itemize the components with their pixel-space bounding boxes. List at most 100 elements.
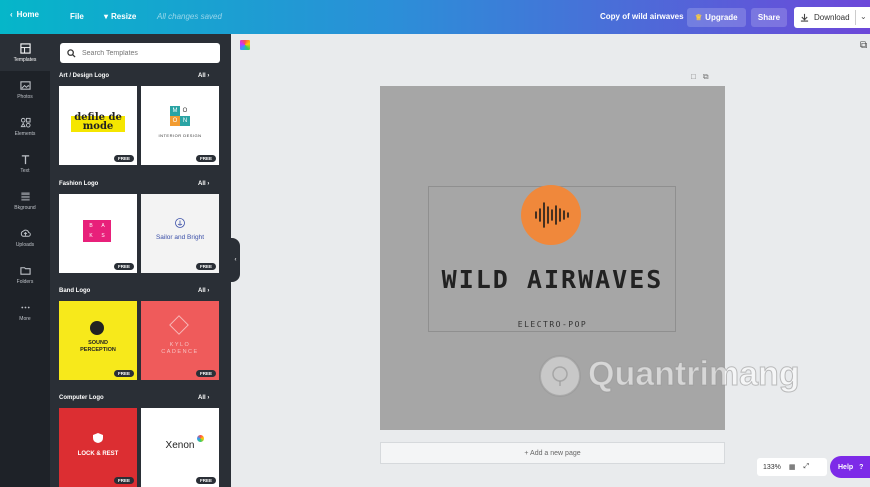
chevron-down-icon[interactable]: ⌄ — [860, 12, 867, 21]
add-page-button[interactable]: + Add a new page — [380, 442, 725, 464]
nav-uploads[interactable]: Uploads — [0, 219, 50, 256]
logo-circle[interactable] — [521, 185, 581, 245]
free-badge: FREE — [195, 370, 216, 377]
template-tile-lock[interactable]: LOCK & REST FREE — [59, 408, 137, 487]
see-all-label: All — [198, 288, 206, 294]
shield-icon — [93, 433, 103, 443]
photos-icon — [19, 80, 31, 90]
search-icon — [67, 48, 76, 58]
text-icon — [21, 154, 29, 164]
logo-title[interactable]: WILD AIRWAVES — [380, 265, 725, 294]
tile-letter-3: O — [170, 116, 180, 126]
note-icon[interactable]: □ — [691, 72, 696, 82]
copy-style-icon[interactable]: ⧉ — [860, 40, 867, 51]
fullscreen-icon[interactable]: ⤢ — [804, 463, 810, 471]
grid-view-icon[interactable]: ▦ — [789, 463, 796, 471]
nav-elements[interactable]: Elements — [0, 108, 50, 145]
template-tile-interior[interactable]: M O O N INTERIOR DESIGN FREE — [141, 86, 219, 165]
collapse-panel-handle[interactable]: ‹ — [231, 238, 240, 282]
home-label: Home — [16, 10, 39, 19]
tile-sound-line2: PERCEPTION — [80, 347, 116, 353]
share-button[interactable]: Share — [751, 8, 787, 27]
upgrade-label: Upgrade — [705, 13, 738, 22]
nav-folders[interactable]: Folders — [0, 256, 50, 293]
elements-icon — [20, 117, 31, 128]
section-title-computer: Computer Logo — [59, 395, 104, 401]
download-icon — [800, 13, 809, 22]
watermark-text: Quantrimang — [588, 355, 801, 394]
section-title-band: Band Logo — [59, 288, 91, 294]
tile-baks-letter: A — [101, 223, 105, 229]
template-tile-defile[interactable]: defile de mode FREE — [59, 86, 137, 165]
duplicate-page-icon[interactable]: ⧉ — [703, 72, 709, 82]
chevron-left-icon: ‹ — [10, 10, 13, 19]
logo-subtitle[interactable]: ELECTRO-POP — [380, 320, 725, 329]
color-picker-icon[interactable] — [240, 40, 250, 50]
tile-baks-letter: K — [89, 233, 93, 239]
nav-folders-label: Folders — [16, 278, 34, 285]
tile-sound-circle — [90, 321, 104, 335]
see-all-art-design[interactable]: All › — [198, 73, 209, 79]
tile-kylo-line2: CADENCE — [161, 349, 199, 355]
more-icon — [20, 306, 30, 308]
template-tile-sailor[interactable]: Sailor and Bright FREE — [141, 194, 219, 273]
nav-background[interactable]: Bkground — [0, 182, 50, 219]
side-nav: Templates Photos Elements Text Bkground … — [0, 34, 50, 487]
upgrade-button[interactable]: ♕ Upgrade — [687, 8, 746, 27]
nav-text-label: Text — [20, 167, 30, 174]
help-label: Help — [838, 463, 854, 471]
see-all-label: All — [198, 181, 206, 187]
file-menu[interactable]: File — [70, 12, 84, 21]
nav-text[interactable]: Text — [0, 145, 50, 182]
see-all-label: All — [198, 73, 206, 79]
tile-letter-4: N — [180, 116, 190, 126]
template-tile-kylo[interactable]: KYLO CADENCE FREE — [141, 301, 219, 380]
document-title[interactable]: Copy of wild airwaves — [600, 12, 684, 21]
nav-more-label: More — [19, 315, 31, 322]
tile-baks-letter: B — [89, 223, 93, 229]
tile-defile-text: defile de mode — [74, 112, 122, 132]
question-icon: ? — [859, 463, 864, 471]
tile-xenon-text: Xenon — [165, 440, 195, 451]
download-button[interactable]: Download ⌄ — [794, 7, 870, 28]
search-input[interactable] — [82, 49, 212, 57]
divider — [855, 10, 856, 25]
help-button[interactable]: Help ? — [830, 456, 870, 478]
tile-interior-text: INTERIOR DESIGN — [158, 133, 202, 138]
resize-label: Resize — [111, 12, 137, 21]
crown-icon: ♕ — [695, 13, 703, 22]
nav-more[interactable]: More — [0, 293, 50, 330]
xenon-dot-icon — [197, 435, 204, 442]
template-tile-baks[interactable]: B A K S FREE — [59, 194, 137, 273]
see-all-band[interactable]: All › — [198, 288, 209, 294]
soundwave-icon — [535, 202, 569, 228]
tile-kylo-line1: KYLO — [169, 342, 191, 348]
section-title-fashion: Fashion Logo — [59, 181, 99, 187]
see-all-fashion[interactable]: All › — [198, 181, 209, 187]
zoom-level[interactable]: 133% — [763, 464, 781, 471]
template-tile-sound[interactable]: SOUND PERCEPTION FREE — [59, 301, 137, 380]
nav-photos[interactable]: Photos — [0, 71, 50, 108]
search-bar[interactable] — [60, 43, 220, 63]
see-all-computer[interactable]: All › — [198, 395, 209, 401]
free-badge: FREE — [113, 477, 134, 484]
nav-templates-label: Templates — [13, 56, 37, 63]
nav-templates[interactable]: Templates — [0, 34, 50, 71]
background-icon — [20, 191, 30, 201]
top-bar: ‹ Home File ▾ Resize All changes saved C… — [0, 0, 870, 34]
nav-uploads-label: Uploads — [15, 241, 35, 248]
home-button[interactable]: ‹ Home — [10, 10, 39, 19]
anchor-icon — [175, 218, 185, 228]
resize-button[interactable]: ▾ Resize — [104, 12, 136, 21]
resize-icon: ▾ — [104, 12, 109, 21]
save-status: All changes saved — [157, 12, 222, 21]
tile-sailor-text: Sailor and Bright — [155, 234, 205, 241]
free-badge: FREE — [195, 263, 216, 270]
tile-lock-text: LOCK & REST — [77, 451, 119, 457]
download-label: Download — [814, 13, 850, 22]
tile-baks-letter: S — [101, 233, 105, 239]
template-tile-xenon[interactable]: Xenon FREE — [141, 408, 219, 487]
see-all-label: All — [198, 395, 206, 401]
free-badge: FREE — [113, 263, 134, 270]
zoom-controls: 133% ▦ ⤢ — [757, 458, 827, 476]
